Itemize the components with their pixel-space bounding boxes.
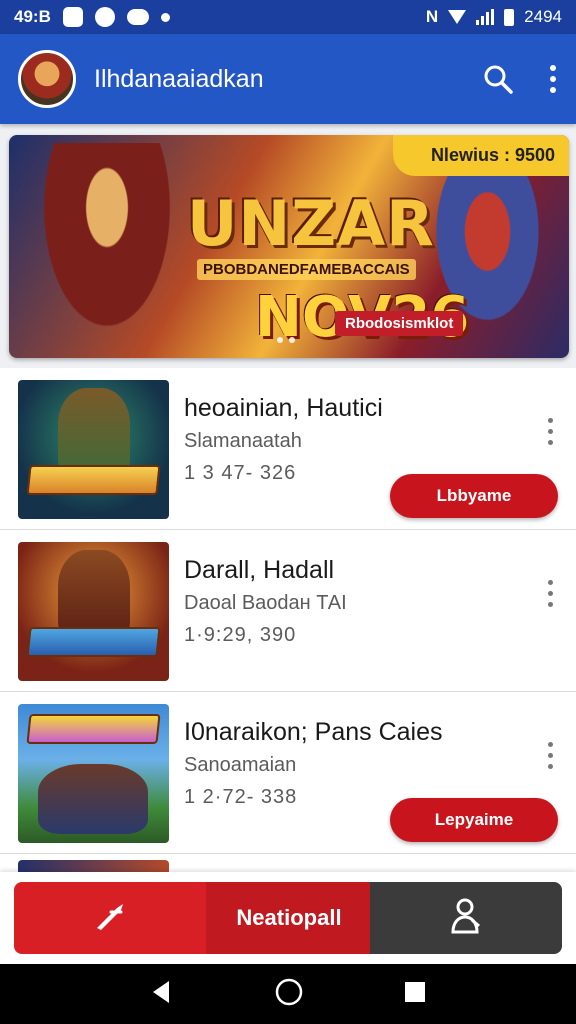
- item-meta: 1 3 47- 326: [184, 462, 297, 484]
- battery-icon: [504, 8, 515, 26]
- app-title: Ilhdanaaiadkan: [94, 64, 264, 93]
- search-icon[interactable]: [482, 63, 514, 95]
- write-button[interactable]: [14, 882, 208, 954]
- status-time: 49:B: [14, 7, 51, 26]
- nfc-icon: N: [425, 7, 439, 26]
- item-title: Darall, Hadall: [184, 556, 335, 584]
- more-notifications-icon: [160, 12, 170, 22]
- message-notification-icon: [126, 9, 149, 25]
- item-meta: 1 2·72- 338: [184, 786, 298, 808]
- home-icon[interactable]: [274, 977, 304, 1012]
- thumbnail-hero: [38, 764, 148, 834]
- item-more-icon[interactable]: [546, 742, 554, 769]
- item-title: I0naraikon; Pans Caies: [184, 718, 443, 746]
- banner-badge: Nlewius : 9500: [392, 135, 569, 176]
- status-right: N 2494: [426, 7, 562, 27]
- game-list: heoainian, Hautici Slamanaatah 1 3 47- 3…: [0, 368, 576, 878]
- thumbnail-label: [26, 465, 161, 495]
- signal-icon: [476, 9, 495, 25]
- wifi-icon: [448, 10, 467, 24]
- banner-hero-left: [27, 143, 187, 358]
- person-icon: [448, 896, 484, 941]
- app-bar: Ilhdanaaiadkan: [0, 34, 576, 124]
- notification-icon: [62, 7, 83, 27]
- status-left: 49:B: [14, 7, 170, 27]
- item-action-button[interactable]: Lepyaime: [390, 798, 558, 842]
- carousel-indicator[interactable]: [277, 337, 295, 343]
- national-button[interactable]: Neatiopall: [206, 882, 372, 954]
- avatar[interactable]: [18, 50, 76, 108]
- bottom-action-bar: Neatiopall: [0, 872, 576, 964]
- status-right-time: 2494: [524, 7, 562, 26]
- banner-subtitle: PBOBDANEDFAMEBACCAIS: [197, 259, 416, 280]
- more-vert-icon[interactable]: [548, 64, 558, 94]
- chat-notification-icon: [94, 7, 115, 27]
- list-item[interactable]: Darall, Hadall Daoal Baodaн ТАI 1·9:29, …: [0, 530, 576, 692]
- item-more-icon[interactable]: [546, 580, 554, 607]
- item-meta: 1·9:29, 390: [184, 624, 297, 646]
- banner-tagline: Rbodosismklot: [335, 311, 464, 336]
- game-thumbnail[interactable]: [18, 380, 169, 519]
- recents-icon[interactable]: [403, 980, 427, 1009]
- item-more-icon[interactable]: [546, 418, 554, 445]
- status-bar: 49:B N 2494: [0, 0, 576, 34]
- item-title: heoainian, Hautici: [184, 394, 383, 422]
- system-nav-bar: [0, 964, 576, 1024]
- item-subtitle: Sanoamaian: [184, 754, 297, 776]
- item-subtitle: Slamanaatah: [184, 430, 302, 452]
- profile-button[interactable]: [370, 882, 562, 954]
- thumbnail-label: [26, 627, 161, 657]
- item-action-button[interactable]: Lbbyame: [390, 474, 558, 518]
- game-thumbnail[interactable]: [18, 542, 169, 681]
- promo-banner[interactable]: Nlewius : 9500 UNZAR PBOBDANEDFAMEBACCAI…: [9, 135, 569, 358]
- item-subtitle: Daoal Baodaн ТАI: [184, 592, 347, 614]
- app-actions: [482, 63, 558, 95]
- list-item[interactable]: I0naraikon; Pans Caies Sanoamaian 1 2·72…: [0, 692, 576, 854]
- pen-icon: [91, 898, 131, 939]
- banner-title: UNZAR: [187, 187, 435, 260]
- game-thumbnail[interactable]: [18, 704, 169, 843]
- thumbnail-label: [26, 714, 161, 744]
- list-item[interactable]: heoainian, Hautici Slamanaatah 1 3 47- 3…: [0, 368, 576, 530]
- back-icon[interactable]: [149, 979, 175, 1010]
